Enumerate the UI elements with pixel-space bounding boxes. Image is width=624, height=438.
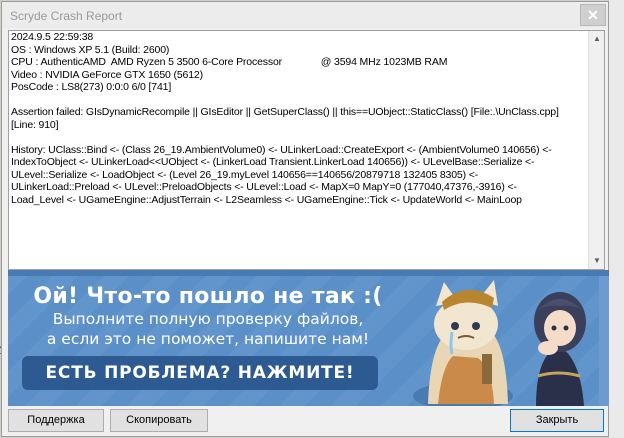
report-os: OS : Windows XP 5.1 (Build: 2600)	[11, 43, 170, 56]
background-window-strip	[608, 0, 624, 438]
banner-line-1: Выполните полную проверку файлов,	[52, 310, 364, 328]
report-history-5: Load_Level <- UGameEngine::AdjustTerrain…	[11, 193, 522, 206]
banner-line-2: а если это не поможет, напишите нам!	[46, 330, 370, 348]
report-history-3: ULevel::Serialize <- LoadObject <- (Leve…	[11, 168, 479, 181]
close-button[interactable]: Закрыть	[510, 409, 604, 432]
report-history-1: History: UClass::Bind <- (Class 26_19.Am…	[11, 143, 552, 156]
report-poscode: PosCode : LS8(273) 0:0:0 6/0 [741]	[11, 81, 172, 93]
report-date: 2024.9.5 22:59:38	[11, 31, 94, 43]
vertical-scrollbar[interactable]: ▲ ▼	[588, 31, 604, 269]
report-video: Video : NVIDIA GeForce GTX 1650 (5612)	[11, 68, 203, 81]
report-history-2: IndexToObject <- ULinkerLoad<<UObject <-…	[11, 156, 535, 168]
banner-headline: Ой! Что-то пошло не так :(	[33, 284, 383, 309]
support-banner[interactable]: Ой! Что-то пошло не так :( Выполните пол…	[8, 270, 609, 406]
window-title: Scryde Crash Report	[10, 9, 123, 23]
scroll-down-icon[interactable]: ▼	[589, 253, 604, 269]
close-window-button[interactable]: ✕	[580, 4, 606, 26]
close-icon: ✕	[587, 7, 599, 23]
crash-report-window: Scryde Crash Report ✕ 2024.9.5 22:59:38 …	[1, 1, 609, 437]
scroll-up-icon[interactable]: ▲	[589, 31, 604, 47]
title-bar: Scryde Crash Report ✕	[2, 2, 608, 28]
report-assertion-line: [Line: 910]	[11, 118, 59, 131]
copy-button[interactable]: Скопировать	[110, 409, 208, 432]
button-bar: Поддержка Скопировать Закрыть	[2, 406, 608, 436]
report-cpu: CPU : AuthenticAMD AMD Ryzen 5 3500 6-Co…	[11, 56, 448, 68]
crash-report-text[interactable]: 2024.9.5 22:59:38 OS : Windows XP 5.1 (B…	[8, 30, 605, 270]
banner-cta-button[interactable]: ЕСТЬ ПРОБЛЕМА? НАЖМИТЕ!	[22, 356, 378, 390]
banner-characters-illustration	[413, 280, 586, 406]
report-history-4: ULinkerLoad::Preload <- ULevel::PreloadO…	[11, 181, 517, 193]
support-button[interactable]: Поддержка	[8, 409, 104, 432]
report-assertion: Assertion failed: GIsDynamicRecompile ||…	[11, 106, 559, 118]
report-content: 2024.9.5 22:59:38 OS : Windows XP 5.1 (B…	[11, 31, 587, 206]
